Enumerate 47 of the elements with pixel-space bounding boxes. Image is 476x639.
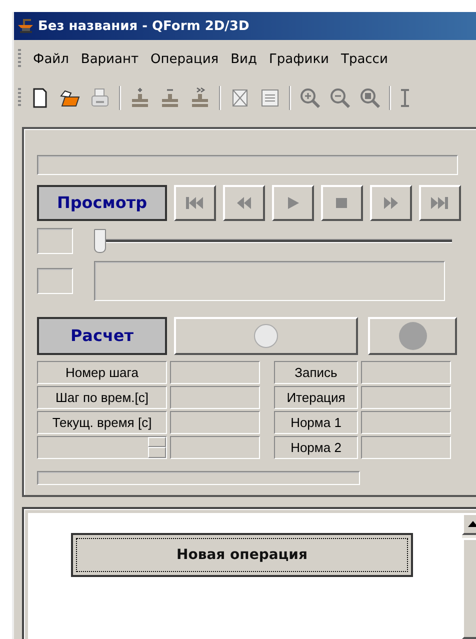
menu-item[interactable]: Операция <box>150 52 219 66</box>
slider-thumb[interactable] <box>94 228 106 253</box>
spin-field[interactable] <box>37 436 167 459</box>
circle-icon <box>398 322 426 350</box>
remove-tool-icon[interactable] <box>159 87 181 109</box>
up-arrow-icon <box>468 521 476 527</box>
indicator-button[interactable] <box>368 316 457 355</box>
anvil-icon <box>17 18 35 34</box>
new-operation-button[interactable]: Новая операция <box>71 533 413 577</box>
zoom-fit-icon[interactable] <box>359 87 381 109</box>
field-label: Номер шага <box>37 360 167 384</box>
view-button[interactable]: Просмотр <box>37 184 167 221</box>
grip-icon[interactable] <box>18 88 21 108</box>
zoom-in-icon[interactable] <box>299 87 321 109</box>
field-label: Запись <box>274 360 358 384</box>
next-tool-icon[interactable] <box>189 87 211 109</box>
window-title: Без названия - QForm 2D/3D <box>38 18 250 34</box>
circle-icon <box>254 324 278 348</box>
field-label: Норма 2 <box>274 436 358 459</box>
last-icon <box>429 194 451 211</box>
media-button[interactable] <box>370 184 412 221</box>
printer-icon[interactable] <box>89 87 111 109</box>
menu-item[interactable]: Вариант <box>80 52 139 66</box>
grip-icon[interactable] <box>18 49 21 69</box>
menu-item[interactable]: Файл <box>33 52 69 66</box>
media-button[interactable] <box>272 184 314 221</box>
field-label: Норма 1 <box>274 410 358 434</box>
field-label: Текущ. время [с] <box>37 410 167 434</box>
media-button[interactable] <box>321 184 363 221</box>
slider-track[interactable] <box>94 226 452 255</box>
menu-item[interactable]: Трасси <box>341 52 388 66</box>
field-label: Шаг по врем.[с] <box>37 386 167 409</box>
media-button[interactable] <box>419 184 461 221</box>
menu-item[interactable]: Графики <box>268 52 329 66</box>
media-button[interactable] <box>223 184 265 221</box>
zoom-out-icon[interactable] <box>329 87 351 109</box>
frame-field <box>37 228 73 254</box>
toolbar-icon[interactable] <box>399 87 409 109</box>
media-button[interactable] <box>174 184 216 221</box>
first-icon <box>184 194 206 211</box>
value-field <box>37 268 73 294</box>
add-tool-icon[interactable] <box>129 87 151 109</box>
menu-item[interactable]: Вид <box>230 52 257 66</box>
list-document-icon[interactable] <box>259 87 281 109</box>
indicator-button[interactable] <box>174 316 358 355</box>
calculate-button[interactable]: Расчет <box>37 316 167 355</box>
field-label: Итерация <box>274 386 358 409</box>
